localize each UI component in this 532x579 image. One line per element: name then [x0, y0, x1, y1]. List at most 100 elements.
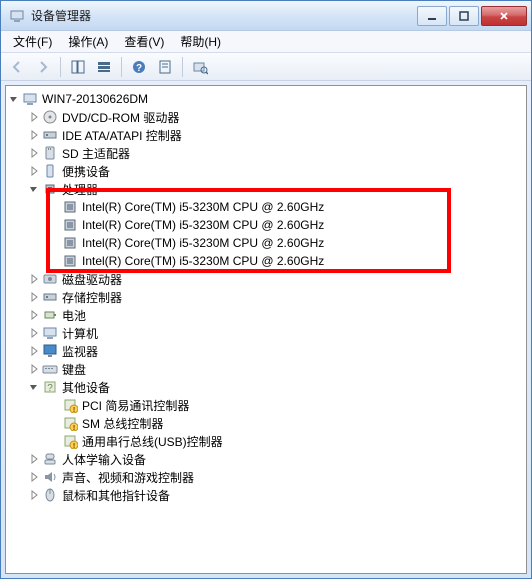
tree-item-label: Intel(R) Core(TM) i5-3230M CPU @ 2.60GHz [82, 254, 324, 268]
ide-icon [42, 127, 58, 143]
tree-category[interactable]: SD 主适配器 [6, 144, 526, 162]
expand-toggle[interactable] [28, 111, 40, 123]
sd-icon [42, 145, 58, 161]
expand-toggle[interactable] [28, 345, 40, 357]
tree-spacer [48, 201, 60, 213]
toolbar-separator [121, 57, 122, 77]
window-title: 设备管理器 [31, 7, 417, 24]
tree-item[interactable]: Intel(R) Core(TM) i5-3230M CPU @ 2.60GHz [6, 216, 526, 234]
expand-toggle[interactable] [28, 453, 40, 465]
expand-toggle[interactable] [28, 363, 40, 375]
hid-icon [42, 451, 58, 467]
expand-toggle[interactable] [28, 165, 40, 177]
svg-text:!: ! [73, 425, 75, 431]
tree-item[interactable]: !通用串行总线(USB)控制器 [6, 432, 526, 450]
warn-icon: ! [62, 415, 78, 431]
scan-hardware-button[interactable] [188, 56, 212, 78]
svg-text:?: ? [136, 63, 142, 74]
app-icon [9, 8, 25, 24]
toolbar-separator [60, 57, 61, 77]
tree-category-label: IDE ATA/ATAPI 控制器 [62, 127, 182, 144]
tree-category[interactable]: 监视器 [6, 342, 526, 360]
tree-spacer [48, 435, 60, 447]
svg-text:!: ! [73, 407, 75, 413]
computer-icon [42, 325, 58, 341]
tree-item[interactable]: !PCI 简易通讯控制器 [6, 396, 526, 414]
expand-toggle[interactable] [28, 273, 40, 285]
minimize-button[interactable] [417, 6, 447, 26]
keyboard-icon [42, 361, 58, 377]
expand-toggle[interactable] [28, 291, 40, 303]
expand-toggle[interactable] [28, 183, 40, 195]
tree-category-label: 鼠标和其他指针设备 [62, 487, 170, 504]
tree-category[interactable]: 电池 [6, 306, 526, 324]
tree-item[interactable]: !SM 总线控制器 [6, 414, 526, 432]
tree-root[interactable]: WIN7-20130626DM [6, 90, 526, 108]
tree-category[interactable]: 处理器 [6, 180, 526, 198]
maximize-button[interactable] [449, 6, 479, 26]
tree-item-label: Intel(R) Core(TM) i5-3230M CPU @ 2.60GHz [82, 218, 324, 232]
storage-icon [42, 289, 58, 305]
tree-category-label: DVD/CD-ROM 驱动器 [62, 109, 179, 126]
tree-category[interactable]: ?其他设备 [6, 378, 526, 396]
tree-category[interactable]: 计算机 [6, 324, 526, 342]
tree-category-label: 键盘 [62, 361, 86, 378]
toolbar: ? [1, 53, 531, 81]
tree-item[interactable]: Intel(R) Core(TM) i5-3230M CPU @ 2.60GHz [6, 234, 526, 252]
tree-category[interactable]: 磁盘驱动器 [6, 270, 526, 288]
tree-category[interactable]: DVD/CD-ROM 驱动器 [6, 108, 526, 126]
device-manager-window: 设备管理器 文件(F) 操作(A) 查看(V) 帮助(H) ? WIN7-201… [0, 0, 532, 579]
tree-item-label: Intel(R) Core(TM) i5-3230M CPU @ 2.60GHz [82, 200, 324, 214]
tree-category[interactable]: 人体学输入设备 [6, 450, 526, 468]
tree-category[interactable]: 存储控制器 [6, 288, 526, 306]
expand-toggle[interactable] [28, 489, 40, 501]
svg-text:!: ! [73, 443, 75, 449]
help-button[interactable]: ? [127, 56, 151, 78]
tree-spacer [48, 399, 60, 411]
tree-category-label: 其他设备 [62, 379, 110, 396]
tree-spacer [48, 219, 60, 231]
toolbar-separator [182, 57, 183, 77]
expand-toggle[interactable] [28, 327, 40, 339]
forward-button[interactable] [31, 56, 55, 78]
cpu-chip-icon [62, 235, 78, 251]
mouse-icon [42, 487, 58, 503]
menu-file[interactable]: 文件(F) [5, 31, 60, 52]
expand-toggle[interactable] [28, 147, 40, 159]
expand-toggle[interactable] [28, 309, 40, 321]
battery-icon [42, 307, 58, 323]
close-button[interactable] [481, 6, 527, 26]
show-hide-tree-button[interactable] [66, 56, 90, 78]
menubar: 文件(F) 操作(A) 查看(V) 帮助(H) [1, 31, 531, 53]
view-button[interactable] [92, 56, 116, 78]
tree-category[interactable]: 鼠标和其他指针设备 [6, 486, 526, 504]
tree-item[interactable]: Intel(R) Core(TM) i5-3230M CPU @ 2.60GHz [6, 198, 526, 216]
menu-view[interactable]: 查看(V) [116, 31, 172, 52]
expand-toggle[interactable] [28, 129, 40, 141]
device-tree: WIN7-20130626DM DVD/CD-ROM 驱动器IDE ATA/ATA… [6, 90, 526, 504]
properties-button[interactable] [153, 56, 177, 78]
disc-icon [42, 109, 58, 125]
window-controls [417, 6, 527, 26]
tree-category-label: 人体学输入设备 [62, 451, 146, 468]
expand-toggle[interactable] [8, 93, 20, 105]
tree-category-label: 磁盘驱动器 [62, 271, 122, 288]
tree-category[interactable]: IDE ATA/ATAPI 控制器 [6, 126, 526, 144]
menu-help[interactable]: 帮助(H) [172, 31, 229, 52]
expand-toggle[interactable] [28, 381, 40, 393]
tree-root-label: WIN7-20130626DM [42, 92, 148, 106]
back-button[interactable] [5, 56, 29, 78]
cpu-chip-icon [62, 199, 78, 215]
expand-toggle[interactable] [28, 471, 40, 483]
tree-spacer [48, 417, 60, 429]
tree-pane[interactable]: WIN7-20130626DM DVD/CD-ROM 驱动器IDE ATA/ATA… [5, 85, 527, 574]
tree-category[interactable]: 键盘 [6, 360, 526, 378]
tree-item[interactable]: Intel(R) Core(TM) i5-3230M CPU @ 2.60GHz [6, 252, 526, 270]
cpu-chip-icon [62, 253, 78, 269]
tree-category-label: 电池 [62, 307, 86, 324]
disk-icon [42, 271, 58, 287]
tree-category[interactable]: 便携设备 [6, 162, 526, 180]
cpu-icon [42, 181, 58, 197]
tree-category[interactable]: 声音、视频和游戏控制器 [6, 468, 526, 486]
menu-action[interactable]: 操作(A) [60, 31, 116, 52]
